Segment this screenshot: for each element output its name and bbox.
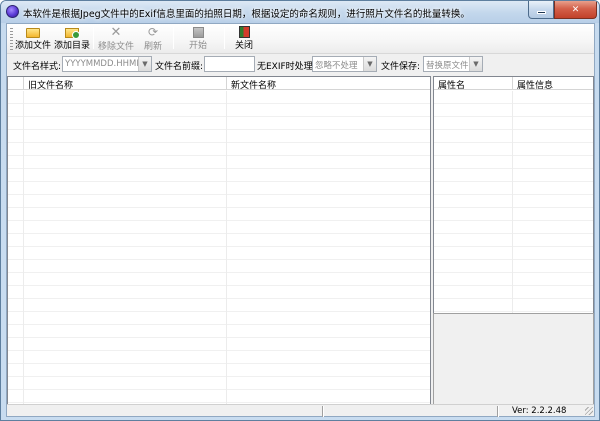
status-bar: Ver: 2.2.2.48: [7, 404, 594, 417]
detail-panel: [433, 313, 594, 406]
save-mode-value: 替换原文件: [426, 61, 469, 71]
name-style-select[interactable]: YYYYMMDD.HHMMSS ▼: [62, 56, 152, 72]
refresh-icon: ⟳: [147, 25, 159, 39]
minimize-button[interactable]: [528, 1, 554, 19]
remove-icon: ✕: [110, 25, 122, 40]
add-directory-label: 添加目录: [54, 41, 91, 51]
app-window: 本软件是根据Jpeg文件中的Exif信息里面的拍照日期，根据设定的命名规则，进行…: [0, 0, 600, 421]
refresh-button[interactable]: ⟳ 刷新: [140, 25, 166, 53]
toolbar-separator: [93, 27, 94, 49]
toolbar-separator: [173, 27, 174, 49]
prefix-input[interactable]: [204, 56, 255, 72]
chevron-down-icon[interactable]: ▼: [363, 57, 376, 71]
chevron-down-icon[interactable]: ▼: [138, 57, 151, 71]
add-directory-button[interactable]: 添加目录: [54, 25, 90, 52]
toolbar: 添加文件 添加目录 ✕ 移除文件 ⟳ 刷新 开始 关闭: [7, 24, 594, 54]
toolbar-separator: [224, 27, 225, 49]
no-exif-label: 无EXIF时处理:: [257, 62, 316, 72]
exit-icon: [238, 26, 250, 38]
chevron-down-icon[interactable]: ▼: [469, 57, 482, 71]
no-exif-select[interactable]: 忽略不处理 ▼: [312, 56, 377, 72]
file-list-column-old-name[interactable]: 旧文件名称: [24, 77, 227, 91]
client-area: 添加文件 添加目录 ✕ 移除文件 ⟳ 刷新 开始 关闭 文件名样式: YYYYM…: [6, 23, 595, 417]
property-column-name[interactable]: 属性名: [434, 77, 513, 91]
start-button[interactable]: 开始: [185, 25, 211, 52]
start-label: 开始: [188, 41, 207, 51]
add-file-button[interactable]: 添加文件: [15, 25, 51, 52]
file-list-column-new-name[interactable]: 新文件名称: [227, 77, 430, 91]
name-style-label: 文件名样式:: [13, 62, 62, 72]
file-list-header: 旧文件名称 新文件名称: [8, 77, 430, 91]
file-list-body[interactable]: [8, 91, 430, 405]
remove-file-button[interactable]: ✕ 移除文件: [98, 25, 134, 52]
resize-grip[interactable]: [585, 407, 593, 415]
add-file-label: 添加文件: [15, 41, 52, 51]
close-app-button[interactable]: 关闭: [231, 25, 257, 52]
open-folder-icon: [26, 28, 40, 38]
refresh-label: 刷新: [143, 42, 162, 52]
close-app-label: 关闭: [234, 41, 253, 51]
no-exif-value: 忽略不处理: [315, 61, 358, 71]
toolbar-grip[interactable]: [10, 28, 13, 50]
property-list-header: 属性名 属性信息: [434, 77, 593, 91]
version-text: Ver: 2.2.2.48: [512, 406, 567, 416]
start-icon: [192, 27, 204, 38]
close-icon: ✕: [571, 4, 580, 15]
property-column-info[interactable]: 属性信息: [513, 77, 593, 91]
property-list-body[interactable]: [434, 91, 593, 329]
window-title: 本软件是根据Jpeg文件中的Exif信息里面的拍照日期，根据设定的命名规则，进行…: [23, 9, 470, 20]
status-separator: [322, 406, 324, 417]
property-list[interactable]: 属性名 属性信息: [433, 76, 594, 330]
status-separator: [497, 406, 499, 417]
title-bar[interactable]: 本软件是根据Jpeg文件中的Exif信息里面的拍照日期，根据设定的命名规则，进行…: [1, 1, 599, 23]
prefix-label: 文件名前缀:: [155, 62, 204, 72]
minimize-icon: [536, 11, 546, 14]
file-list-column-index[interactable]: [8, 77, 24, 90]
app-icon: [6, 5, 19, 18]
close-window-button[interactable]: ✕: [554, 1, 597, 19]
add-folder-icon: [65, 28, 80, 39]
save-mode-select[interactable]: 替换原文件 ▼: [423, 56, 483, 72]
options-row: 文件名样式: YYYYMMDD.HHMMSS ▼ 文件名前缀: 无EXIF时处理…: [7, 55, 594, 75]
save-label: 文件保存:: [381, 62, 421, 72]
file-list[interactable]: 旧文件名称 新文件名称: [7, 76, 431, 406]
remove-file-label: 移除文件: [98, 42, 135, 52]
